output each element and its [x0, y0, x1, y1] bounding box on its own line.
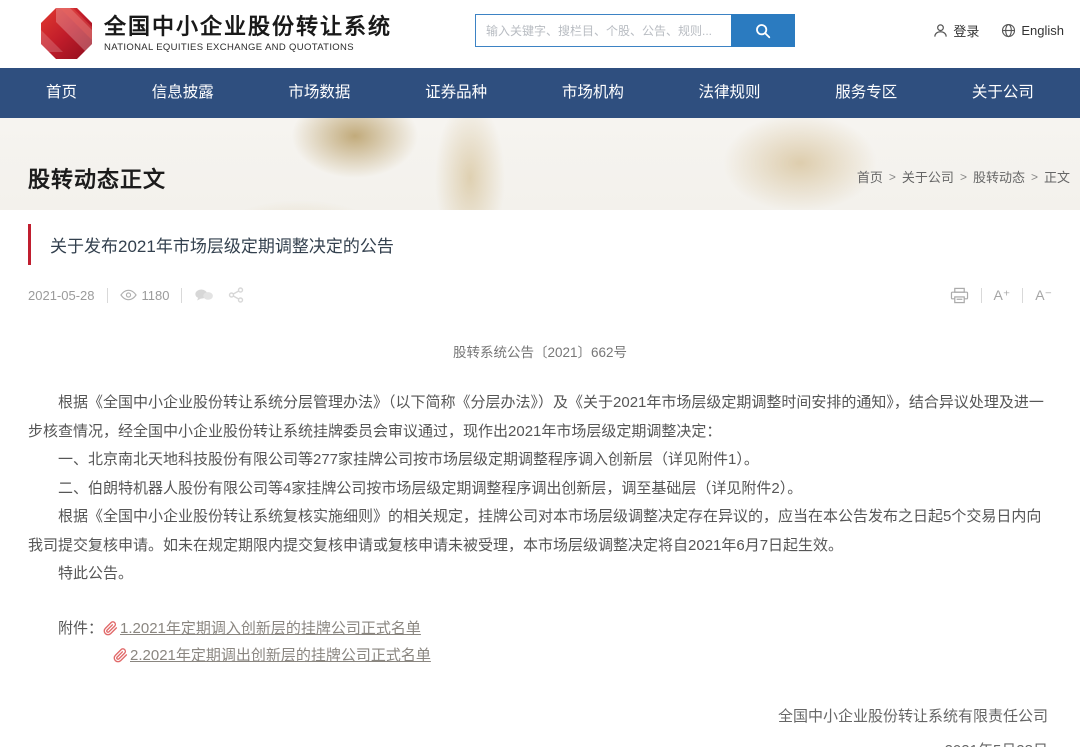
breadcrumb-news[interactable]: 股转动态 — [973, 167, 1025, 186]
language-label: English — [1021, 23, 1064, 38]
breadcrumb-current: 正文 — [1044, 167, 1070, 186]
search-input[interactable] — [475, 14, 731, 47]
comment-button[interactable] — [194, 288, 214, 302]
signature: 全国中小企业股份转让系统有限责任公司 2021年5月28日 — [28, 705, 1052, 747]
meta-divider — [181, 288, 182, 303]
logo-text: 全国中小企业股份转让系统 NATIONAL EQUITIES EXCHANGE … — [104, 14, 392, 53]
attachments: 附件： 1.2021年定期调入创新层的挂牌公司正式名单 2.20 — [28, 615, 1052, 669]
nav-item-institutions[interactable]: 市场机构 — [562, 68, 624, 118]
search-button[interactable] — [731, 14, 795, 47]
neeq-logo-icon — [40, 7, 93, 60]
logo-subtitle: NATIONAL EQUITIES EXCHANGE AND QUOTATION… — [104, 42, 392, 53]
article-body: 股转系统公告〔2021〕662号 根据《全国中小企业股份转让系统分层管理办法》（… — [28, 341, 1052, 747]
logo-title: 全国中小企业股份转让系统 — [104, 14, 392, 40]
paragraph: 根据《全国中小企业股份转让系统复核实施细则》的相关规定，挂牌公司对本市场层级调整… — [28, 503, 1052, 560]
page-title: 股转动态正文 — [28, 162, 166, 194]
nav-item-market-data[interactable]: 市场数据 — [288, 68, 350, 118]
nav-item-home[interactable]: 首页 — [46, 68, 77, 118]
article-title-block: 关于发布2021年市场层级定期调整决定的公告 — [28, 224, 1052, 265]
breadcrumb-about[interactable]: 关于公司 — [902, 167, 954, 186]
paperclip-icon — [103, 621, 118, 636]
article-date: 2021-05-28 — [28, 288, 95, 303]
meta-divider — [107, 288, 108, 303]
notice-number: 股转系统公告〔2021〕662号 — [28, 341, 1052, 361]
paragraph: 二、伯朗特机器人股份有限公司等4家挂牌公司按市场层级定期调整程序调出创新层，调至… — [28, 475, 1052, 504]
attachment-link-text[interactable]: 2.2021年定期调出创新层的挂牌公司正式名单 — [130, 642, 431, 669]
print-button[interactable] — [950, 287, 969, 304]
user-icon — [933, 23, 948, 38]
language-link[interactable]: English — [1001, 23, 1064, 38]
breadcrumb-separator: > — [1031, 170, 1038, 184]
site-header: 全国中小企业股份转让系统 NATIONAL EQUITIES EXCHANGE … — [0, 0, 1080, 68]
login-link[interactable]: 登录 — [933, 21, 979, 40]
meta-divider — [981, 288, 982, 303]
paperclip-icon — [113, 648, 128, 663]
font-increase-button[interactable]: A⁺ — [994, 287, 1011, 304]
login-label: 登录 — [953, 21, 979, 40]
user-links: 登录 English — [933, 21, 1064, 40]
article: 关于发布2021年市场层级定期调整决定的公告 2021-05-28 1180 — [0, 224, 1080, 747]
site-logo[interactable]: 全国中小企业股份转让系统 NATIONAL EQUITIES EXCHANGE … — [40, 7, 392, 60]
search-bar — [475, 14, 795, 47]
attachment-link-1[interactable]: 1.2021年定期调入创新层的挂牌公司正式名单 — [103, 615, 421, 642]
signature-company: 全国中小企业股份转让系统有限责任公司 — [28, 705, 1048, 726]
font-decrease-button[interactable]: A⁻ — [1035, 287, 1052, 304]
share-icon — [228, 287, 244, 303]
nav-item-rules[interactable]: 法律规则 — [699, 68, 761, 118]
paragraph: 一、北京南北天地科技股份有限公司等277家挂牌公司按市场层级定期调整程序调入创新… — [28, 446, 1052, 475]
attachment-link-text[interactable]: 1.2021年定期调入创新层的挂牌公司正式名单 — [120, 615, 421, 642]
article-meta: 2021-05-28 1180 — [28, 283, 1052, 307]
nav-item-securities[interactable]: 证券品种 — [425, 68, 487, 118]
nav-item-services[interactable]: 服务专区 — [835, 68, 897, 118]
page: 全国中小企业股份转让系统 NATIONAL EQUITIES EXCHANGE … — [0, 0, 1080, 747]
eye-icon — [120, 289, 137, 301]
paragraph: 根据《全国中小企业股份转让系统分层管理办法》（以下简称《分层办法》）及《关于20… — [28, 389, 1052, 446]
nav-item-disclosure[interactable]: 信息披露 — [152, 68, 214, 118]
views-counter: 1180 — [120, 288, 170, 303]
search-icon — [754, 22, 772, 40]
attachment-row: 2.2021年定期调出创新层的挂牌公司正式名单 — [28, 642, 1052, 669]
attachment-link-2[interactable]: 2.2021年定期调出创新层的挂牌公司正式名单 — [113, 642, 431, 669]
meta-tools: A⁺ A⁻ — [950, 287, 1052, 304]
main-nav: 首页 信息披露 市场数据 证券品种 市场机构 法律规则 服务专区 关于公司 — [0, 68, 1080, 118]
breadcrumb: 首页 > 关于公司 > 股转动态 > 正文 — [857, 167, 1070, 186]
breadcrumb-separator: > — [889, 170, 896, 184]
printer-icon — [950, 287, 969, 304]
attachments-label: 附件： — [58, 615, 103, 642]
article-title: 关于发布2021年市场层级定期调整决定的公告 — [50, 232, 1052, 257]
signature-date: 2021年5月28日 — [28, 739, 1048, 747]
globe-icon — [1001, 23, 1016, 38]
meta-divider — [1022, 288, 1023, 303]
breadcrumb-home[interactable]: 首页 — [857, 167, 883, 186]
attachment-row: 附件： 1.2021年定期调入创新层的挂牌公司正式名单 — [28, 615, 1052, 642]
meta-left: 2021-05-28 1180 — [28, 287, 258, 303]
breadcrumb-separator: > — [960, 170, 967, 184]
banner: 股转动态正文 首页 > 关于公司 > 股转动态 > 正文 — [0, 118, 1080, 210]
views-count: 1180 — [142, 288, 170, 303]
share-button[interactable] — [228, 287, 244, 303]
nav-item-about[interactable]: 关于公司 — [972, 68, 1034, 118]
paragraph: 特此公告。 — [28, 560, 1052, 589]
comment-icon — [194, 288, 214, 302]
